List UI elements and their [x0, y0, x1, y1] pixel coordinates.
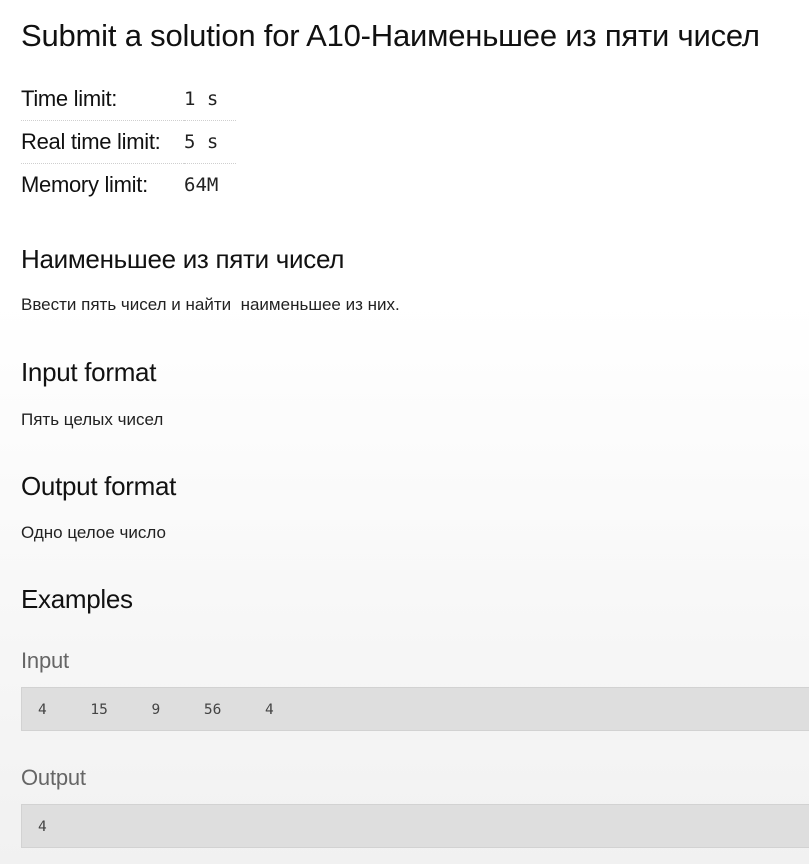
real-time-limit-value: 5 s: [184, 120, 236, 164]
real-time-limit-label: Real time limit:: [21, 120, 184, 164]
example-output-box: 4: [21, 804, 809, 848]
memory-limit-label: Memory limit:: [21, 172, 148, 197]
output-format-text: Одно целое число: [21, 523, 166, 542]
output-format-heading: Output format: [21, 471, 177, 501]
example-output-label: Output: [21, 765, 86, 790]
limits-table: Time limit: 1 s Real time limit: 5 s Mem…: [21, 78, 236, 206]
problem-heading: Наименьшее из пяти чисел: [21, 244, 345, 274]
time-limit-label: Time limit:: [21, 78, 184, 121]
example-input-label: Input: [21, 648, 69, 673]
page-title: Submit a solution for A10-Наименьшее из …: [21, 18, 760, 53]
limit-row-time: Time limit: 1 s: [21, 78, 236, 121]
example-input-box: 4 15 9 56 4: [21, 687, 809, 731]
input-format-heading: Input format: [21, 357, 157, 387]
examples-heading: Examples: [21, 584, 133, 614]
memory-limit-value: 64M: [184, 174, 219, 196]
problem-page: Submit a solution for A10-Наименьшее из …: [0, 0, 809, 864]
problem-statement: Ввести пять чисел и найти наименьшее из …: [21, 295, 400, 314]
limit-row-memory: Memory limit: 64M: [21, 164, 236, 207]
time-limit-value: 1 s: [184, 78, 236, 121]
input-format-text: Пять целых чисел: [21, 410, 164, 429]
limit-row-real-time: Real time limit: 5 s: [21, 120, 236, 164]
